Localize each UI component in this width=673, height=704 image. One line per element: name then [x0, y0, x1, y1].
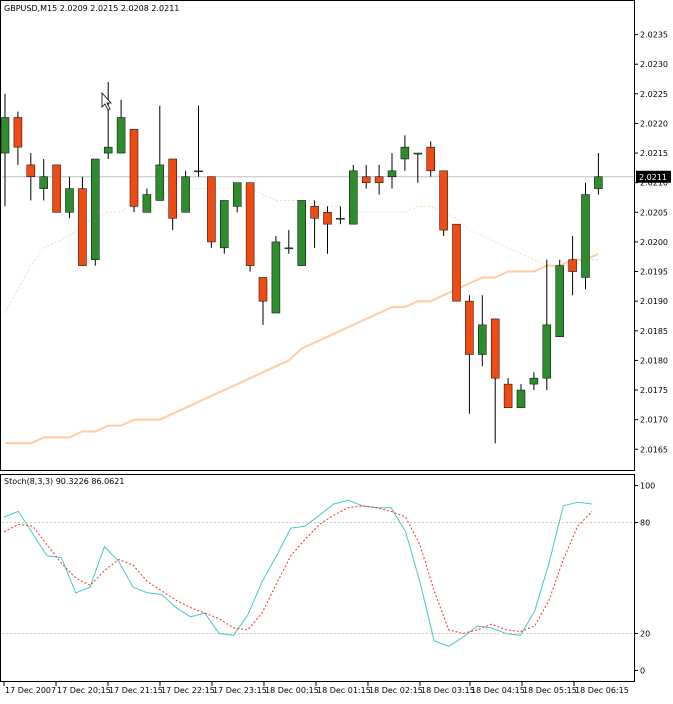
chart-window[interactable]: 2.0235 2.0230 2.0225 2.0220 2.0215 2.0210 2.02… — [0, 0, 673, 700]
candle-body-bull — [91, 158, 100, 260]
candle-body-bear — [258, 277, 268, 302]
price-axis-label: 2.0165 — [640, 445, 668, 454]
candle-body-bull — [413, 152, 423, 155]
candlestick — [129, 129, 139, 213]
candle-body-bull — [220, 200, 229, 249]
candle-body-bull — [529, 377, 539, 385]
candlestick — [297, 200, 306, 266]
candle-body-bear — [129, 129, 139, 207]
candlestick — [245, 182, 255, 272]
candle-body-bear — [374, 176, 384, 183]
price-axis-label: 2.0205 — [640, 208, 668, 217]
price-axis-label: 2.0170 — [640, 416, 668, 425]
candlestick — [52, 164, 61, 213]
price-axis-label: 2.0190 — [640, 297, 668, 306]
stochastic-axis-label: 80 — [640, 519, 650, 528]
candlestick — [207, 176, 216, 248]
candle-body-bear — [78, 188, 87, 266]
time-axis-label: 18 Dec 02:15 — [369, 686, 423, 695]
candle-body-bull — [194, 170, 203, 173]
candle-body-bull — [516, 389, 526, 409]
price-axis-label: 2.0185 — [640, 327, 668, 336]
price-axis-label: 2.0180 — [640, 356, 668, 365]
time-axis-label: 18 Dec 05:15 — [523, 686, 577, 695]
time-axis-label: 17 Dec 22:15 — [161, 686, 215, 695]
candle-body-bull — [181, 176, 190, 213]
time-axis-label: 17 Dec 23:15 — [213, 686, 267, 695]
candle-body-bear — [245, 182, 255, 266]
candle-body-bear — [52, 164, 61, 213]
price-axis-label: 2.0200 — [640, 238, 668, 247]
candle-body-bull — [542, 324, 552, 379]
price-axis-label: 2.0220 — [640, 119, 668, 128]
candlestick — [220, 200, 229, 254]
candle-body-bull — [0, 117, 10, 154]
candle-body-bull — [142, 194, 152, 213]
candle-body-bear — [465, 300, 474, 355]
price-axis-label: 2.0225 — [640, 90, 668, 99]
candle-body-bull — [336, 217, 345, 220]
candle-body-bull — [581, 194, 590, 278]
time-axis-label: 18 Dec 01:15 — [317, 686, 371, 695]
candle-body-bull — [65, 188, 74, 213]
price-axis-label: 2.0195 — [640, 268, 668, 277]
symbol-header: GBPUSD,M15 2.0209 2.0215 2.0208 2.0211 — [4, 4, 179, 13]
candle-body-bear — [452, 223, 461, 302]
candlestick — [181, 170, 190, 213]
candlestick — [452, 223, 461, 302]
candle-body-bull — [387, 170, 397, 178]
candle-body-bull — [478, 324, 487, 355]
candlestick — [439, 170, 448, 236]
candle-body-bear — [13, 117, 23, 148]
stochastic-axis-label: 20 — [640, 629, 650, 638]
candlestick — [349, 164, 358, 225]
candle-body-bull — [349, 170, 358, 225]
candlestick — [581, 182, 590, 290]
candle-body-bull — [594, 176, 603, 189]
price-axis-label: 2.0235 — [640, 31, 668, 40]
candlestick — [555, 259, 564, 337]
time-axis-label: 18 Dec 03:15 — [421, 686, 475, 695]
candle-body-bear — [426, 146, 435, 172]
price-axis-label: 2.0215 — [640, 149, 668, 158]
candle-body-bear — [490, 318, 500, 379]
candle-body-bear — [323, 212, 332, 225]
time-axis-label: 18 Dec 04:15 — [471, 686, 525, 695]
time-axis-label: 17 Dec 21:15 — [109, 686, 163, 695]
candle-body-bear — [568, 259, 577, 272]
candle-body-bull — [271, 241, 281, 314]
candle-body-bear — [207, 176, 216, 243]
price-axis-label: 2.0175 — [640, 386, 668, 395]
candlestick — [91, 158, 100, 266]
price-axis-label: 2.0230 — [640, 60, 668, 69]
candlestick — [271, 236, 281, 314]
candle-body-bear — [168, 158, 177, 219]
candle-body-bear — [503, 383, 513, 409]
candle-body-bear — [361, 176, 371, 183]
candlestick — [78, 176, 87, 266]
time-axis-label: 17 Dec 20:15 — [57, 686, 111, 695]
candle-body-bull — [39, 176, 48, 189]
time-axis-label: 17 Dec 2007 — [5, 686, 56, 695]
candle-body-bull — [155, 164, 165, 201]
chart-canvas[interactable]: 2.02352.02302.02252.02202.02152.02102.02… — [0, 0, 673, 700]
candle-body-bull — [116, 117, 126, 154]
candle-body-bear — [26, 164, 36, 178]
candle-body-bear — [310, 206, 319, 219]
candle-body-bull — [232, 182, 242, 207]
current-price-tag-label: 2.0211 — [639, 173, 667, 182]
stochastic-axis-label: 0 — [640, 666, 645, 675]
stochastic-label: Stoch(8,3,3) 90.3226 86.0621 — [4, 477, 124, 486]
candle-body-bear — [439, 170, 448, 231]
candle-body-bull — [297, 200, 306, 266]
candle-body-bull — [555, 265, 564, 337]
candle-body-bull — [284, 247, 294, 250]
candle-body-bull — [400, 146, 410, 160]
stochastic-pane[interactable] — [0, 474, 635, 682]
time-axis-label: 18 Dec 00:15 — [265, 686, 319, 695]
candle-body-bull — [103, 146, 113, 154]
stochastic-axis-label: 100 — [640, 482, 655, 491]
time-axis-label: 18 Dec 06:15 — [575, 686, 629, 695]
